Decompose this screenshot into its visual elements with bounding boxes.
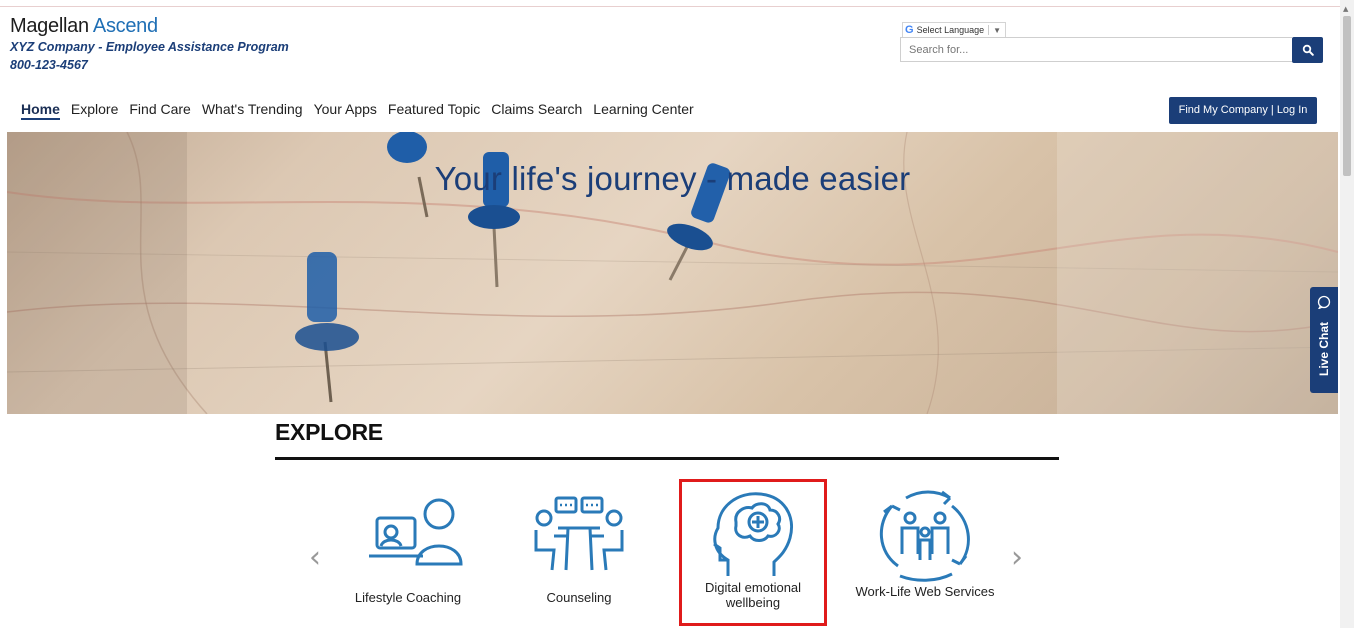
search-button[interactable] — [1292, 37, 1323, 63]
head-plus-icon — [713, 492, 793, 576]
card-label: Work-Life Web Services — [855, 584, 995, 599]
live-chat-label: Live Chat — [1317, 321, 1331, 377]
logo-text-magellan: Magellan — [10, 15, 89, 37]
chat-bubble-icon — [1317, 295, 1331, 309]
scroll-up-icon[interactable]: ▲ — [1343, 5, 1348, 13]
card-label: Lifestyle Coaching — [354, 590, 462, 605]
page-scrollbar[interactable]: ▲ — [1340, 0, 1354, 628]
person-laptop-icon — [369, 498, 463, 566]
logo-text-ascend: Ascend — [92, 15, 158, 37]
explore-divider — [275, 457, 1059, 460]
nav-claims-search[interactable]: Claims Search — [491, 101, 582, 120]
counseling-table-icon — [534, 496, 624, 571]
family-cycle-icon — [879, 490, 970, 582]
carousel-next-button[interactable]: › — [1011, 540, 1023, 575]
explore-card-work-life-web-services[interactable]: Work-Life Web Services — [855, 488, 995, 599]
nav-featured-topic[interactable]: Featured Topic — [388, 101, 480, 120]
explore-card-lifestyle-coaching[interactable]: Lifestyle Coaching — [338, 494, 478, 605]
search-icon — [1302, 44, 1314, 56]
nav-explore[interactable]: Explore — [71, 101, 118, 120]
logo[interactable]: Magellan Ascend — [10, 14, 289, 38]
find-company-login-button[interactable]: Find My Company | Log In — [1169, 97, 1317, 124]
nav-your-apps[interactable]: Your Apps — [314, 101, 377, 120]
card-label: Digital emotional wellbeing — [704, 580, 802, 610]
explore-heading: EXPLORE — [275, 419, 383, 445]
hero-banner: Your life's journey - made easier — [7, 132, 1338, 414]
nav-whats-trending[interactable]: What's Trending — [202, 101, 303, 120]
main-nav: Home Explore Find Care What's Trending Y… — [21, 101, 705, 120]
scrollbar-thumb[interactable] — [1343, 16, 1351, 176]
explore-card-counseling[interactable]: Counseling — [509, 494, 649, 605]
card-label: Counseling — [546, 590, 612, 605]
chevron-down-icon: ▼ — [993, 25, 1002, 35]
phone-number: 800-123-4567 — [10, 58, 88, 72]
explore-card-digital-emotional-wellbeing[interactable]: Digital emotional wellbeing — [679, 479, 827, 626]
top-border — [0, 6, 1340, 7]
nav-learning-center[interactable]: Learning Center — [593, 101, 693, 120]
language-label: Select Language — [916, 25, 985, 35]
language-divider — [988, 25, 990, 35]
google-icon: G — [905, 24, 914, 36]
search-input[interactable]: Search for... — [900, 37, 1292, 62]
program-name: XYZ Company - Employee Assistance Progra… — [10, 40, 289, 54]
brand-block: Magellan Ascend XYZ Company - Employee A… — [10, 14, 289, 74]
nav-find-care[interactable]: Find Care — [129, 101, 190, 120]
language-selector[interactable]: G Select Language ▼ — [902, 22, 1007, 38]
nav-home[interactable]: Home — [21, 101, 60, 120]
carousel-prev-button[interactable]: ‹ — [309, 540, 321, 575]
hero-title: Your life's journey - made easier — [434, 160, 911, 197]
live-chat-button[interactable]: Live Chat — [1310, 287, 1338, 393]
